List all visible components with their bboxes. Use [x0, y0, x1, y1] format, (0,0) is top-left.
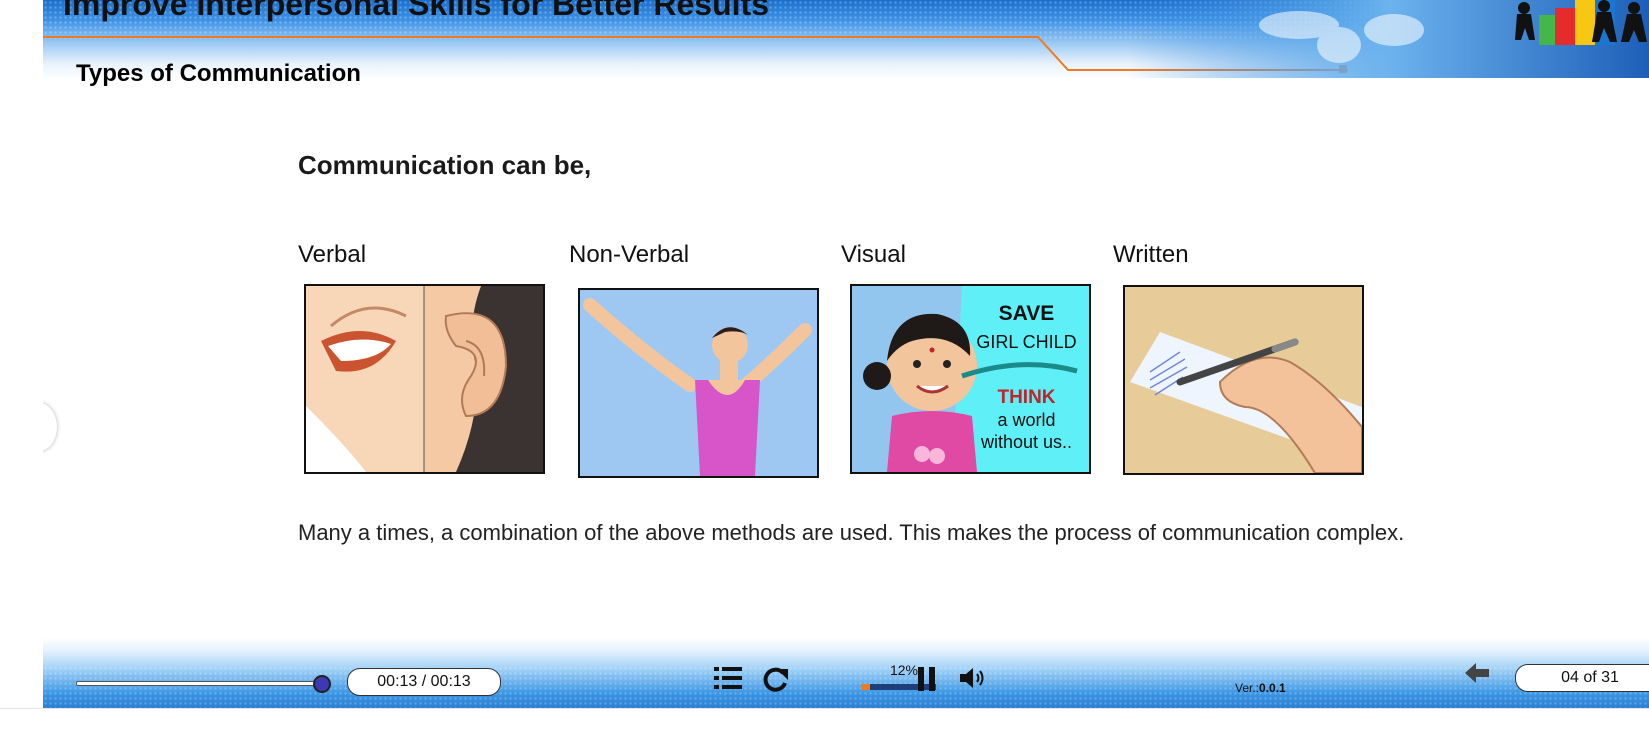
written-illustration [1123, 285, 1364, 475]
version-label: Ver.:0.0.1 [1235, 681, 1286, 695]
replay-icon[interactable] [761, 665, 791, 693]
menu-icon[interactable] [713, 665, 743, 691]
volume-icon[interactable] [958, 665, 988, 691]
course-slide: Improve Interpersonal Skills for Better … [43, 0, 1649, 708]
poster-girl-child: GIRL CHILD [976, 332, 1077, 352]
pause-icon[interactable] [916, 665, 938, 693]
card-label-written: Written [1113, 241, 1189, 268]
poster-save: SAVE [998, 302, 1055, 325]
slide-lead-text: Communication can be, [298, 150, 592, 180]
version-number: 0.0.1 [1259, 681, 1286, 695]
player-control-bar: 00:13 / 00:13 12% Ver.:0.0.1 04 of 31 [43, 638, 1649, 708]
course-header: Improve Interpersonal Skills for Better … [43, 0, 1649, 87]
controlbar-texture [43, 666, 1649, 708]
course-progress-fill [861, 684, 870, 690]
poster-without-us: without us.. [980, 432, 1073, 452]
card-label-visual: Visual [841, 241, 906, 268]
page-indicator: 04 of 31 [1515, 664, 1649, 692]
card-verbal: Verbal [298, 237, 545, 474]
non-verbal-illustration [578, 288, 819, 478]
card-label-verbal: Verbal [298, 241, 367, 268]
poster-a-world: a world [997, 410, 1056, 430]
card-visual: Visual SAVE GIRL CHILD THINK a world wit… [841, 237, 1091, 474]
slide-note-text: Many a times, a combination of the above… [298, 520, 1405, 545]
verbal-illustration [304, 284, 545, 474]
course-title: Improve Interpersonal Skills for Better … [63, 0, 769, 22]
card-label-non-verbal: Non-Verbal [569, 241, 690, 268]
visual-poster: SAVE GIRL CHILD THINK a world without us… [850, 284, 1091, 474]
version-prefix: Ver.: [1235, 681, 1260, 695]
section-title: Types of Communication [76, 60, 361, 87]
time-display: 00:13 / 00:13 [347, 668, 501, 696]
card-non-verbal: Non-Verbal [569, 237, 819, 478]
card-written: Written [1113, 237, 1364, 475]
seek-bar-handle[interactable] [313, 675, 331, 693]
page-bottom-strip [0, 708, 1649, 738]
poster-think: THINK [997, 387, 1056, 408]
back-arrow-icon[interactable] [1463, 660, 1491, 686]
side-drawer-tab[interactable] [43, 403, 57, 451]
seek-bar-track[interactable] [76, 681, 318, 686]
business-banner-image [1129, 0, 1649, 78]
